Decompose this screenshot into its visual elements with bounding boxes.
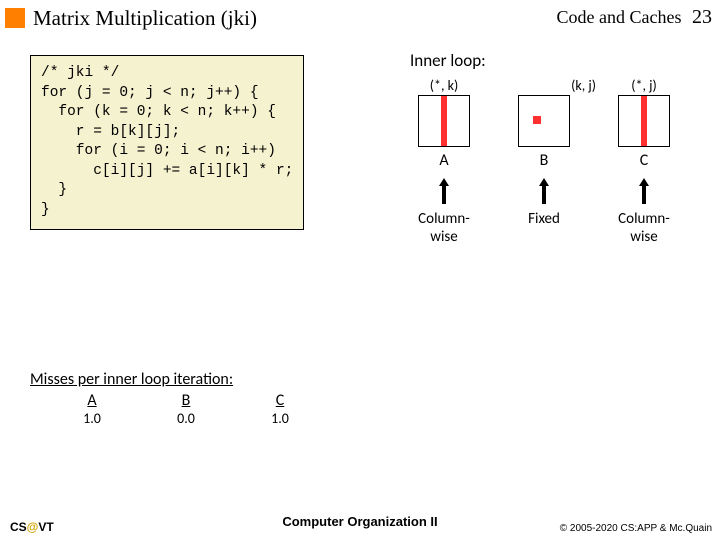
arrow-up-icon — [637, 176, 651, 206]
misses-table: Misses per inner loop iteration: A B C 1… — [30, 370, 297, 427]
inner-loop-label: Inner loop: — [410, 50, 710, 71]
val-c: 1.0 — [263, 410, 297, 427]
matrix-b-box — [518, 95, 570, 147]
matrix-b-name: B — [540, 151, 549, 170]
matrix-c-box — [618, 95, 670, 147]
matrix-a-box — [418, 95, 470, 147]
col-a: A — [75, 391, 109, 410]
footer-right: © 2005-2020 CS:APP & Mc.Quain — [560, 523, 712, 534]
column-stripe-icon — [441, 96, 447, 146]
page-title: Matrix Multiplication (jki) — [33, 6, 257, 31]
matrix-a-col: (*, k) A Column-wise — [410, 77, 478, 246]
matrix-b-coord: (k, j) — [571, 77, 596, 95]
col-c: C — [263, 391, 297, 410]
matrix-a-access: Column-wise — [418, 210, 470, 246]
arrow-up-icon — [437, 176, 451, 206]
misses-title: Misses per inner loop iteration: — [30, 370, 297, 389]
matrix-b-access: Fixed — [528, 210, 560, 228]
section-label: Code and Caches — [557, 7, 682, 27]
matrix-c-access: Column-wise — [618, 210, 670, 246]
matrix-a-name: A — [439, 151, 448, 170]
matrix-c-coord: (*, j) — [631, 77, 656, 95]
val-b: 0.0 — [169, 410, 203, 427]
col-b: B — [169, 391, 203, 410]
arrow-up-icon — [537, 176, 551, 206]
matrix-a-coord: (*, k) — [430, 77, 459, 95]
corner-accent — [5, 8, 25, 28]
matrix-c-col: (*, j) C Column-wise — [610, 77, 678, 246]
code-block: /* jki */ for (j = 0; j < n; j++) { for … — [30, 55, 304, 230]
val-a: 1.0 — [75, 410, 109, 427]
page-number: 23 — [692, 6, 712, 28]
matrix-c-name: C — [640, 151, 649, 170]
dot-icon — [533, 116, 541, 124]
column-stripe-icon — [641, 96, 647, 146]
matrix-b-col: (k, j) B Fixed — [510, 77, 578, 246]
